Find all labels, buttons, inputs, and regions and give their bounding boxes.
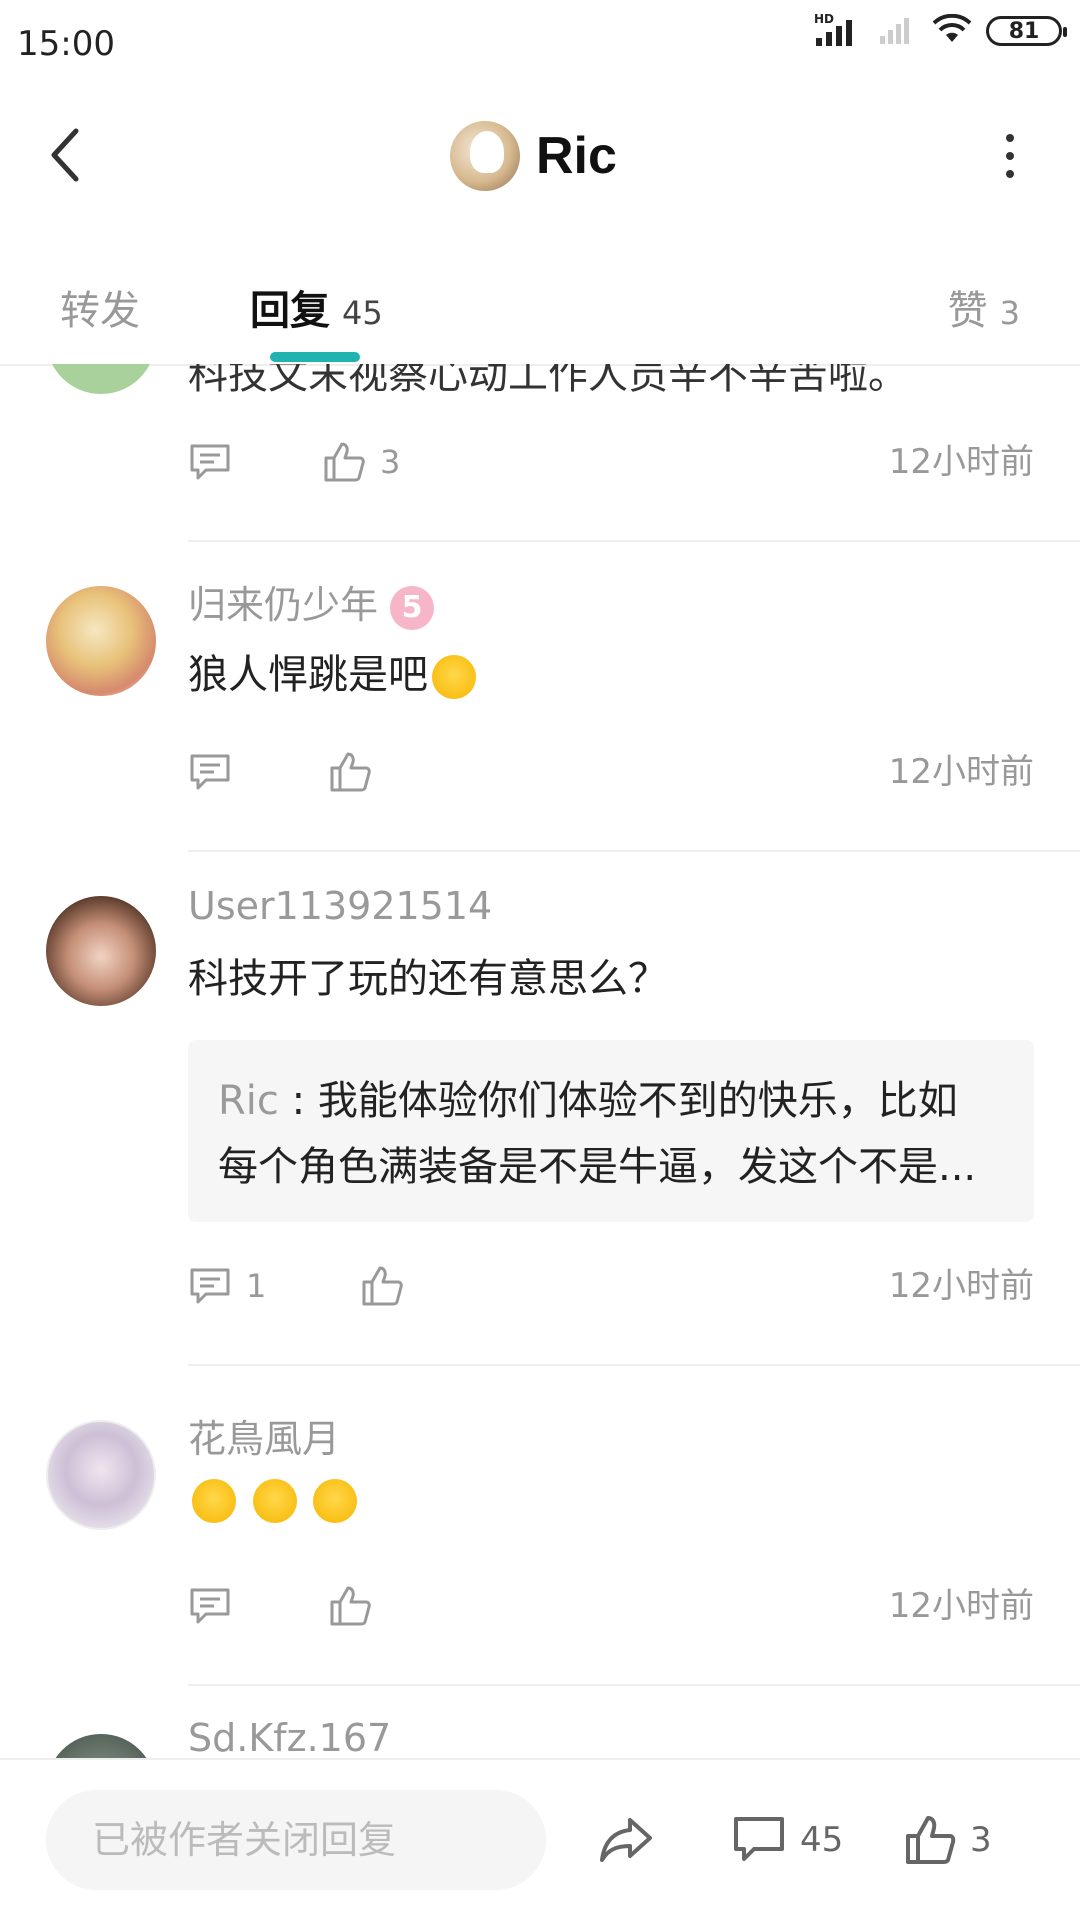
title[interactable]: Ric (450, 120, 617, 192)
share-icon (600, 1818, 652, 1862)
comment-icon (190, 1268, 230, 1304)
comment-actions: 12小时前 (188, 742, 1034, 802)
like-button[interactable] (328, 742, 386, 802)
battery-icon: 81 (986, 16, 1067, 46)
comment-text: 科技开了玩的还有意思么？ (188, 956, 668, 1002)
quote-author[interactable]: Ric (218, 1078, 279, 1124)
comment-icon (190, 1588, 230, 1624)
page-title: Ric (536, 127, 617, 185)
avatar[interactable] (46, 586, 156, 696)
crying-face-emoji-icon (192, 1479, 236, 1523)
quote-line-2: 每个角色满装备是不是牛逼，发这个不是... (218, 1144, 977, 1190)
username[interactable]: Sd.Kfz.167 (188, 1716, 391, 1759)
chevron-left-icon (51, 128, 79, 182)
quoted-reply[interactable]: Ric : 我能体验你们体验不到的快乐，比如 每个角色满装备是不是牛逼，发这个不… (188, 1040, 1034, 1222)
reply-button[interactable] (188, 432, 232, 492)
divider (188, 540, 1080, 542)
active-tab-indicator (270, 352, 360, 362)
comment-actions: 1 12小时前 (188, 1256, 1034, 1316)
avatar[interactable] (46, 364, 156, 394)
back-button[interactable] (40, 120, 90, 190)
avatar[interactable] (46, 1420, 156, 1530)
tab-bar: 转发 回复 45 赞3 (0, 260, 1080, 366)
comment-count: 45 (800, 1820, 844, 1860)
reply-button[interactable] (188, 742, 232, 802)
divider (188, 1364, 1080, 1366)
status-bar: 15:00 HD 81 (0, 0, 1080, 70)
reply-count: 1 (246, 1267, 267, 1305)
thumbs-up-icon (324, 442, 365, 482)
tab-repost[interactable]: 转发 (60, 278, 140, 336)
comment-list[interactable]: 科技文末视察心动工作人员辛不辛苦啦。 3 12小时前 归来仍少年 5 狼人悍跳是吧 (0, 364, 1080, 1759)
comment-icon (190, 444, 230, 480)
comment-time: 12小时前 (888, 1586, 1034, 1626)
crying-face-emoji-icon (252, 1479, 297, 1523)
like-count: 3 (380, 443, 401, 481)
tab-likes[interactable]: 赞3 (948, 278, 1020, 336)
comment-text: 科技文末视察心动工作人员辛不辛苦啦。 (188, 364, 908, 398)
reply-input-disabled: 已被作者关闭回复 (46, 1790, 546, 1890)
thumbs-up-icon (906, 1816, 956, 1864)
divider (188, 1684, 1080, 1686)
divider (188, 850, 1080, 852)
comment-text: 狼人悍跳是吧 (188, 642, 476, 700)
author-avatar[interactable] (450, 121, 520, 191)
username[interactable]: 归来仍少年 5 (188, 574, 435, 630)
thumbs-up-icon (330, 1586, 371, 1626)
bottom-bar: 已被作者关闭回复 45 3 (0, 1758, 1080, 1922)
like-button[interactable] (360, 1256, 404, 1316)
header: Ric (0, 90, 1080, 220)
comment-actions: 3 12小时前 (188, 432, 1034, 492)
more-menu-button[interactable] (990, 120, 1030, 192)
comment-time: 12小时前 (888, 752, 1034, 792)
quote-line-1: Ric : 我能体验你们体验不到的快乐，比如 (218, 1078, 958, 1124)
comment-time: 12小时前 (888, 442, 1034, 482)
comments-button[interactable]: 45 (732, 1810, 843, 1870)
signal-icon: HD (814, 12, 864, 46)
comment-icon (734, 1817, 784, 1861)
share-button[interactable] (598, 1810, 654, 1870)
battery-level: 81 (1008, 18, 1040, 44)
sweat-smile-emoji-icon (432, 655, 476, 699)
comment-actions: 12小时前 (188, 1576, 1034, 1636)
reply-button[interactable] (188, 1576, 232, 1636)
status-icons: HD 81 (814, 12, 1067, 48)
comment-text (188, 1476, 358, 1523)
username[interactable]: User113921514 (188, 884, 492, 928)
wifi-icon (932, 13, 972, 48)
avatar[interactable] (46, 1734, 156, 1759)
like-count: 3 (970, 1820, 992, 1860)
crying-face-emoji-icon (313, 1479, 358, 1523)
comment-time: 12小时前 (888, 1266, 1034, 1306)
username[interactable]: 花鳥風月 (188, 1408, 340, 1463)
reply-button[interactable]: 1 (188, 1256, 266, 1316)
network-type-label: HD (814, 12, 835, 26)
signal-empty-icon (878, 14, 918, 48)
like-button[interactable] (328, 1576, 372, 1636)
avatar[interactable] (46, 896, 156, 1006)
like-button[interactable]: 3 (904, 1810, 992, 1870)
thumbs-up-icon (330, 752, 371, 792)
like-button[interactable]: 3 (322, 432, 400, 492)
level-badge: 5 (390, 585, 435, 630)
thumbs-up-icon (362, 1266, 403, 1306)
comment-icon (190, 754, 230, 790)
tab-replies[interactable]: 回复 45 (250, 278, 383, 336)
